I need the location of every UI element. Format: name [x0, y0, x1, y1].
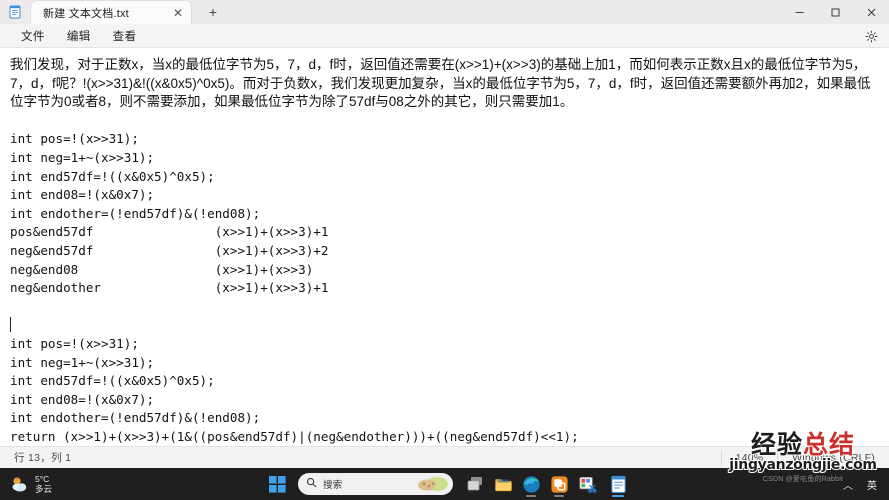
status-bar: 行 13，列 1 140% Windows (CRLF): [0, 446, 889, 468]
blank-line-1: [10, 112, 877, 131]
window-controls: [781, 0, 889, 24]
notepad-taskbar-icon[interactable]: [604, 469, 632, 499]
blank-line-2: [10, 298, 877, 317]
tab-document[interactable]: 新建 文本文档.txt ✕: [30, 0, 192, 24]
cursor-position: 行 13，列 1: [0, 450, 71, 465]
app-running-indicator: [526, 495, 536, 497]
task-view-icon[interactable]: [461, 469, 489, 499]
partly-cloudy-icon: [10, 474, 30, 494]
code-line: int end08=!(x&0x7);: [10, 186, 877, 205]
system-tray: ︿ 英: [837, 468, 889, 500]
taskbar: 5°C 多云 搜索: [0, 468, 889, 500]
app-running-indicator: [554, 495, 564, 497]
ime-indicator[interactable]: 英: [861, 471, 883, 497]
text-cursor: [10, 317, 11, 332]
tab-strip: 新建 文本文档.txt ✕ +: [0, 0, 889, 24]
menu-item-file[interactable]: 文件: [12, 26, 54, 46]
code-line: int endother=(!end57df)&(!end08);: [10, 205, 877, 224]
chevron-up-icon[interactable]: ︿: [837, 471, 859, 497]
microsoft-edge-icon[interactable]: [517, 469, 545, 499]
line-ending[interactable]: Windows (CRLF): [777, 451, 889, 465]
app-running-indicator: [612, 495, 624, 497]
code-line: int pos=!(x>>31);: [10, 335, 877, 354]
code-line: return (x>>1)+(x>>3)+(1&((pos&end57df)|(…: [10, 428, 877, 446]
menu-bar: 文件 编辑 查看: [0, 24, 889, 48]
code-line: int end08=!(x&0x7);: [10, 391, 877, 410]
code-line: int end57df=!((x&0x5)^0x5);: [10, 168, 877, 187]
menu-item-edit[interactable]: 编辑: [58, 26, 100, 46]
snipping-tool-icon[interactable]: [573, 469, 601, 499]
search-decoration-icon: [415, 476, 447, 492]
window-close-button[interactable]: [853, 0, 889, 24]
zoom-level[interactable]: 140%: [721, 451, 778, 465]
text-content[interactable]: 我们发现，对于正数x，当x的最低位字节为5，7，d，f时，返回值还需要在(x>>…: [0, 48, 889, 446]
caret-line: [10, 316, 877, 335]
notepad-window: 新建 文本文档.txt ✕ + 文: [0, 0, 889, 468]
code-line: neg&endother (x>>1)+(x>>3)+1: [10, 279, 877, 298]
code-line: pos&end57df (x>>1)+(x>>3)+1: [10, 223, 877, 242]
weather-text: 5°C 多云: [35, 474, 52, 494]
code-line: int neg=1+~(x>>31);: [10, 149, 877, 168]
code-line: neg&end57df (x>>1)+(x>>3)+2: [10, 242, 877, 261]
menu-item-view[interactable]: 查看: [104, 26, 146, 46]
code-line: neg&end08 (x>>1)+(x>>3): [10, 261, 877, 280]
weather-condition: 多云: [35, 484, 52, 494]
paragraph-text: 我们发现，对于正数x，当x的最低位字节为5，7，d，f时，返回值还需要在(x>>…: [10, 56, 877, 112]
file-explorer-icon[interactable]: [489, 469, 517, 499]
code-line: int pos=!(x>>31);: [10, 130, 877, 149]
search-input[interactable]: 搜索: [298, 473, 453, 495]
code-line: int neg=1+~(x>>31);: [10, 354, 877, 373]
notepad-icon: [0, 0, 30, 24]
gear-icon[interactable]: [861, 26, 881, 46]
editor-area[interactable]: 我们发现，对于正数x，当x的最低位字节为5，7，d，f时，返回值还需要在(x>>…: [0, 48, 889, 446]
tab-title: 新建 文本文档.txt: [43, 5, 169, 21]
windows-start-icon[interactable]: [262, 469, 292, 499]
search-icon: [306, 475, 317, 493]
code-line: int end57df=!((x&0x5)^0x5);: [10, 372, 877, 391]
maximize-button[interactable]: [817, 0, 853, 24]
weather-widget[interactable]: 5°C 多云: [0, 474, 52, 494]
status-right-group: 140% Windows (CRLF): [721, 447, 889, 468]
orange-app-icon[interactable]: [545, 469, 573, 499]
close-icon[interactable]: ✕: [169, 4, 187, 22]
weather-temperature: 5°C: [35, 474, 52, 484]
taskbar-center: 搜索: [262, 469, 601, 499]
new-tab-button[interactable]: +: [200, 1, 226, 23]
minimize-button[interactable]: [781, 0, 817, 24]
code-line: int endother=(!end57df)&(!end08);: [10, 409, 877, 428]
search-placeholder: 搜索: [323, 477, 343, 491]
screen: 新建 文本文档.txt ✕ + 文: [0, 0, 889, 500]
